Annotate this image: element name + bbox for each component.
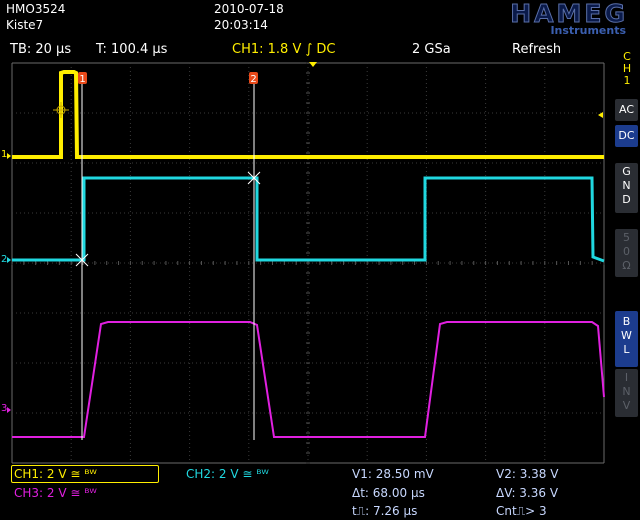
- graticule: [11, 62, 605, 464]
- ch2-ground-marker[interactable]: 2: [1, 254, 7, 265]
- bwl-button[interactable]: BWL: [615, 311, 638, 367]
- ch1-ground-marker[interactable]: 1: [1, 149, 7, 160]
- cursor-v2-readout: V2: 3.38 V: [496, 467, 559, 481]
- channel-indicator: C H 1: [622, 50, 632, 87]
- trigger-point-marker: [53, 102, 69, 118]
- channel-side-panel: C H 1 AC DC GND 50Ω BWL INV: [613, 43, 640, 465]
- pulse-width-readout: t⎍: 7.26 µs: [352, 504, 418, 518]
- cursor-crosses: [75, 171, 261, 267]
- 50-ohm-button[interactable]: 50Ω: [615, 229, 638, 277]
- waveform-display[interactable]: 1 2 1 2 3: [0, 0, 640, 520]
- gnd-button[interactable]: GND: [615, 163, 638, 213]
- ch1-settings[interactable]: CH1: 2 V ≅ ᴮᵂ: [14, 467, 97, 481]
- ch3-settings[interactable]: CH3: 2 V ≅ ᴮᵂ: [14, 486, 97, 500]
- ch3-ground-marker[interactable]: 3: [1, 403, 7, 414]
- delta-v-readout: ΔV: 3.36 V: [496, 486, 559, 500]
- invert-button[interactable]: INV: [615, 369, 638, 417]
- pulse-count-readout: Cnt⎍> 3: [496, 504, 547, 518]
- cursor-2-tag-label: 2: [250, 74, 256, 85]
- cursor-v1-readout: V1: 28.50 mV: [352, 467, 434, 481]
- cursor-1-tag-label: 1: [79, 74, 85, 85]
- dc-coupling-button[interactable]: DC: [615, 125, 638, 147]
- ch1-trace: [12, 70, 604, 159]
- trigger-position-marker: [309, 62, 317, 67]
- delta-t-readout: Δt: 68.00 µs: [352, 486, 425, 500]
- ch2-settings[interactable]: CH2: 2 V ≅ ᴮᵂ: [186, 467, 269, 481]
- ac-coupling-button[interactable]: AC: [615, 99, 638, 121]
